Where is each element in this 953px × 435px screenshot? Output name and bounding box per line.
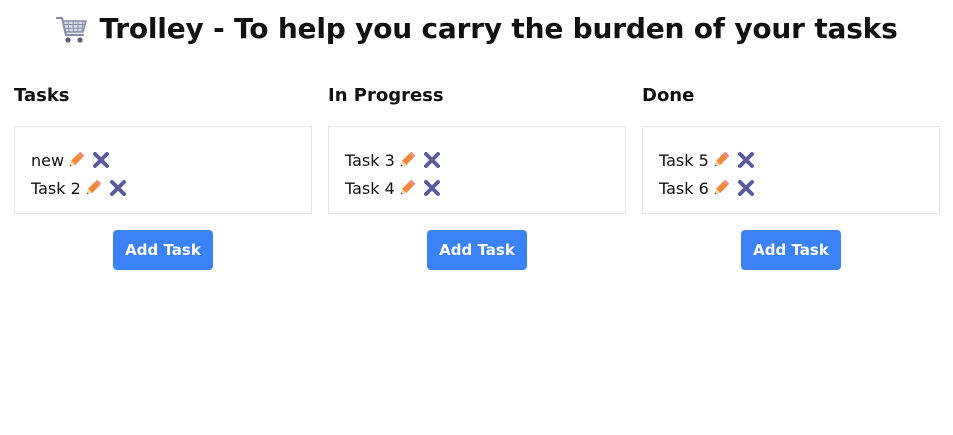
add-task-button[interactable]: Add Task	[113, 230, 213, 270]
task-label: Task 2	[31, 178, 81, 198]
add-task-button[interactable]: Add Task	[427, 230, 527, 270]
pencil-icon[interactable]	[66, 150, 86, 170]
task-item: new	[31, 146, 295, 174]
task-item: Task 2	[31, 174, 295, 202]
task-list: Task 5 Task 6	[642, 126, 940, 214]
column-tasks: Tasks new Task 2 Add Task	[14, 82, 312, 270]
page-title-text: Trolley - To help you carry the burden o…	[99, 12, 898, 45]
add-task-wrap: Add Task	[328, 230, 626, 270]
column-title: Done	[642, 85, 695, 106]
add-task-button[interactable]: Add Task	[741, 230, 841, 270]
close-icon[interactable]	[91, 150, 111, 170]
task-item: Task 4	[345, 174, 609, 202]
task-item: Task 6	[659, 174, 923, 202]
column-title: Tasks	[14, 85, 70, 106]
close-icon[interactable]	[736, 150, 756, 170]
column-in-progress: In Progress Task 3 Task 4 Add Task	[328, 82, 626, 270]
task-label: Task 3	[345, 150, 395, 170]
task-label: Task 4	[345, 178, 395, 198]
add-task-wrap: Add Task	[14, 230, 312, 270]
close-icon[interactable]	[422, 178, 442, 198]
column-title: In Progress	[328, 85, 444, 106]
pencil-icon[interactable]	[711, 150, 731, 170]
close-icon[interactable]	[108, 178, 128, 198]
pencil-icon[interactable]	[711, 178, 731, 198]
task-item: Task 3	[345, 146, 609, 174]
add-task-wrap: Add Task	[642, 230, 940, 270]
close-icon[interactable]	[422, 150, 442, 170]
task-label: Task 5	[659, 150, 709, 170]
page-title: Trolley - To help you carry the burden o…	[55, 12, 898, 45]
pencil-icon[interactable]	[397, 150, 417, 170]
page-header: Trolley - To help you carry the burden o…	[0, 12, 953, 45]
task-item: Task 5	[659, 146, 923, 174]
task-list: Task 3 Task 4	[328, 126, 626, 214]
task-list: new Task 2	[14, 126, 312, 214]
task-label: new	[31, 150, 65, 170]
pencil-icon[interactable]	[397, 178, 417, 198]
task-label: Task 6	[659, 178, 709, 198]
column-done: Done Task 5 Task 6 Add Task	[642, 82, 940, 270]
close-icon[interactable]	[736, 178, 756, 198]
shopping-cart-icon	[55, 13, 89, 45]
board: Tasks new Task 2 Add Task In Progress Ta…	[14, 82, 940, 270]
pencil-icon[interactable]	[83, 178, 103, 198]
